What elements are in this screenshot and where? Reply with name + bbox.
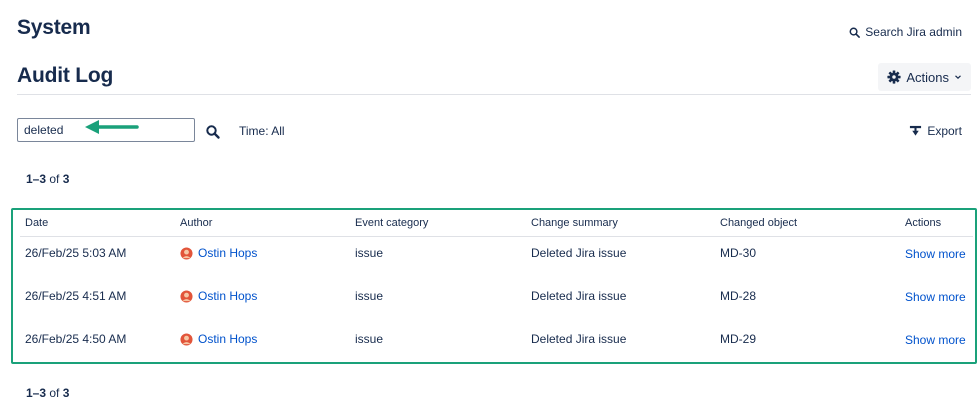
system-title: System <box>17 16 91 39</box>
author-link[interactable]: Ostin Hops <box>198 246 257 260</box>
show-more-link[interactable]: Show more <box>905 290 966 304</box>
author-link[interactable]: Ostin Hops <box>198 332 257 346</box>
author-link[interactable]: Ostin Hops <box>198 289 257 303</box>
search-icon[interactable] <box>205 124 221 140</box>
actions-label: Actions <box>906 69 949 85</box>
row-date: 26/Feb/25 5:03 AM <box>25 246 127 260</box>
column-header-actions: Actions <box>905 217 942 229</box>
column-header-event-category: Event category <box>355 217 429 229</box>
table-header-divider <box>20 236 973 237</box>
pagination-range: 1–3 <box>26 172 47 186</box>
row-object: MD-30 <box>720 246 757 260</box>
column-header-changed-object: Changed object <box>720 217 798 229</box>
search-jira-admin-label: Search Jira admin <box>865 25 962 39</box>
row-object: MD-28 <box>720 289 757 303</box>
time-filter[interactable]: Time: All <box>239 124 285 138</box>
annotation-arrow-icon <box>85 120 139 134</box>
row-category: issue <box>355 289 384 303</box>
search-icon <box>849 27 861 38</box>
gear-icon <box>887 70 901 84</box>
column-header-change-summary: Change summary <box>531 217 618 229</box>
row-summary: Deleted Jira issue <box>531 332 627 346</box>
header-divider <box>17 94 971 95</box>
row-object: MD-29 <box>720 332 757 346</box>
search-jira-admin-link[interactable]: Search Jira admin <box>849 25 962 39</box>
chevron-down-icon <box>955 75 961 80</box>
export-icon <box>910 125 922 136</box>
avatar-icon <box>180 246 193 260</box>
actions-button[interactable]: Actions <box>878 63 971 91</box>
pagination-range: 1–3 <box>26 386 47 400</box>
pagination-total: 3 <box>62 172 70 186</box>
show-more-link[interactable]: Show more <box>905 247 966 261</box>
pagination-top: 1–3 of 3 <box>26 172 69 186</box>
row-category: issue <box>355 332 384 346</box>
avatar-icon <box>180 332 193 346</box>
pagination-of: of <box>49 386 60 400</box>
row-date: 26/Feb/25 4:50 AM <box>25 332 127 346</box>
show-more-link[interactable]: Show more <box>905 333 966 347</box>
highlight-box <box>11 208 977 364</box>
export-label: Export <box>927 124 962 138</box>
row-author: Ostin Hops <box>180 332 257 346</box>
row-category: issue <box>355 246 384 260</box>
row-summary: Deleted Jira issue <box>531 246 627 260</box>
column-header-author: Author <box>180 217 213 229</box>
row-date: 26/Feb/25 4:51 AM <box>25 289 127 303</box>
export-button[interactable]: Export <box>909 124 962 138</box>
pagination-bottom: 1–3 of 3 <box>26 386 69 400</box>
pagination-of: of <box>49 172 60 186</box>
column-header-date: Date <box>25 217 49 229</box>
row-author: Ostin Hops <box>180 289 257 303</box>
pagination-total: 3 <box>62 386 70 400</box>
page-title: Audit Log <box>17 64 114 87</box>
avatar-icon <box>180 289 193 303</box>
row-author: Ostin Hops <box>180 246 257 260</box>
row-summary: Deleted Jira issue <box>531 289 627 303</box>
